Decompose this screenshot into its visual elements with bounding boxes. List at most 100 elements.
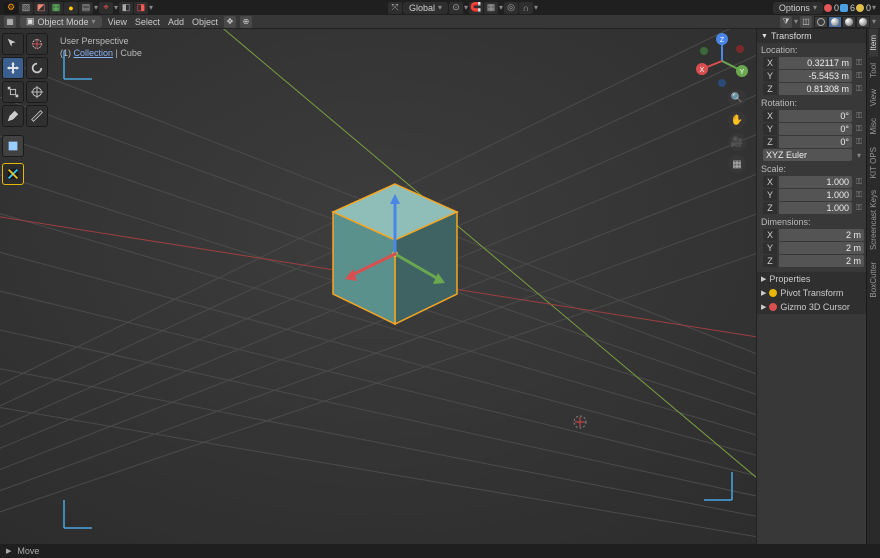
pivot-icon[interactable]: ⊙ bbox=[449, 2, 463, 14]
menu-add[interactable]: Add bbox=[166, 17, 186, 27]
location-label: Location: bbox=[757, 43, 866, 57]
location-z[interactable]: 0.81308 m bbox=[779, 83, 852, 95]
properties-subpanel[interactable]: ▶Properties bbox=[757, 272, 866, 286]
lock-icon[interactable]: ⚿ bbox=[854, 58, 864, 68]
pivot-subpanel[interactable]: ▶Pivot Transform bbox=[757, 286, 866, 300]
zoom-icon[interactable]: 🔍 bbox=[728, 89, 746, 107]
status-bar: ▶ Move bbox=[0, 544, 880, 558]
tab-view[interactable]: View bbox=[869, 83, 878, 112]
shading-mode[interactable] bbox=[814, 16, 870, 28]
show-gizmo-icon[interactable]: ✥ bbox=[224, 16, 236, 28]
transform-panel-header[interactable]: ▼Transform bbox=[757, 29, 866, 43]
bool-icon-b[interactable]: ◨ bbox=[134, 2, 148, 14]
camera-icon[interactable]: 🎥 bbox=[728, 133, 746, 151]
nav-buttons: 🔍 ✋ 🎥 ▦ bbox=[728, 89, 746, 173]
pan-icon[interactable]: ✋ bbox=[728, 111, 746, 129]
tab-boxcutter[interactable]: BoxCutter bbox=[869, 256, 878, 304]
tool-measure[interactable] bbox=[26, 105, 48, 127]
tool-cursor[interactable] bbox=[26, 33, 48, 55]
show-overlays-icon[interactable]: ⊕ bbox=[240, 16, 252, 28]
xray-icon[interactable]: ◫ bbox=[800, 16, 812, 28]
snap-toggle[interactable]: 🧲 bbox=[469, 2, 483, 14]
lock-icon[interactable]: ⚿ bbox=[854, 190, 864, 200]
dimensions-x[interactable]: 2 m bbox=[779, 229, 864, 241]
tool-scale[interactable] bbox=[2, 81, 24, 103]
shading-solid-icon[interactable] bbox=[828, 16, 842, 28]
proportional-toggle[interactable]: ◎ bbox=[504, 2, 518, 14]
tab-kitops[interactable]: KIT OPS bbox=[869, 141, 878, 184]
scale-y[interactable]: 1.000 bbox=[779, 189, 852, 201]
tool-icon-c[interactable]: ● bbox=[64, 2, 78, 14]
rotation-x[interactable]: 0° bbox=[779, 110, 852, 122]
3d-viewport[interactable]: User Perspective (1) Collection | Cube Z… bbox=[0, 29, 756, 544]
mode-select[interactable]: ▣Object Mode▾ bbox=[20, 16, 102, 28]
logo-icon[interactable]: ⚙ bbox=[4, 2, 18, 14]
top-toolbar: ⚙ ▧ ◩ ▦ ● ▤ ▾ ⌖ ▾ ◧ ◨ ▾ ⤧ Global▾ ⊙▾ 🧲 ▦… bbox=[0, 0, 880, 15]
tool-annotate[interactable] bbox=[2, 105, 24, 127]
shading-wireframe-icon[interactable] bbox=[814, 16, 828, 28]
dimensions-y[interactable]: 2 m bbox=[779, 242, 864, 254]
last-op-expand-icon[interactable]: ▶ bbox=[6, 547, 11, 555]
file-save-icon[interactable]: ▧ bbox=[19, 2, 33, 14]
lock-icon[interactable]: ⚿ bbox=[854, 111, 864, 121]
lock-icon[interactable]: ⚿ bbox=[854, 137, 864, 147]
lock-icon[interactable]: ⚿ bbox=[854, 203, 864, 213]
n-panel-tabs: Item Tool View Misc KIT OPS Screencast K… bbox=[866, 29, 880, 544]
options-dropdown[interactable]: Options▾ bbox=[773, 2, 823, 14]
svg-text:X: X bbox=[700, 67, 705, 74]
cursor-icon[interactable]: ⌖ bbox=[99, 2, 113, 14]
main-area: User Perspective (1) Collection | Cube Z… bbox=[0, 29, 880, 544]
menu-select[interactable]: Select bbox=[133, 17, 162, 27]
snap-type[interactable]: ▦ bbox=[484, 2, 498, 14]
breadcrumb-collection[interactable]: Collection bbox=[74, 48, 114, 58]
menu-object[interactable]: Object bbox=[190, 17, 220, 27]
stat-yellow: 0 bbox=[856, 3, 871, 13]
tab-screencast[interactable]: Screencast Keys bbox=[869, 184, 878, 256]
lock-icon[interactable]: ⚿ bbox=[854, 177, 864, 187]
perspective-icon[interactable]: ▦ bbox=[728, 155, 746, 173]
editor-type-icon[interactable]: ▦ bbox=[4, 16, 16, 28]
tool-move[interactable] bbox=[2, 57, 24, 79]
proportional-falloff[interactable]: ∩ bbox=[519, 2, 533, 14]
lock-icon[interactable]: ⚿ bbox=[854, 71, 864, 81]
cursor-subpanel[interactable]: ▶Gizmo 3D Cursor bbox=[757, 300, 866, 314]
stat-blue: 6 bbox=[840, 3, 855, 13]
tool-transform[interactable] bbox=[26, 81, 48, 103]
bool-icon-a[interactable]: ◧ bbox=[119, 2, 133, 14]
scale-x[interactable]: 1.000 bbox=[779, 176, 852, 188]
nav-gizmo[interactable]: Z Y X bbox=[694, 33, 750, 89]
rotation-label: Rotation: bbox=[757, 96, 866, 110]
shading-matpreview-icon[interactable] bbox=[842, 16, 856, 28]
tab-tool[interactable]: Tool bbox=[869, 57, 878, 84]
location-x[interactable]: 0.32117 m bbox=[779, 57, 852, 69]
rotation-z[interactable]: 0° bbox=[779, 136, 852, 148]
scale-z[interactable]: 1.000 bbox=[779, 202, 852, 214]
orientation-select[interactable]: Global▾ bbox=[403, 2, 448, 14]
tool-addon-a[interactable] bbox=[2, 135, 24, 157]
view-name-label: User Perspective bbox=[60, 35, 142, 47]
rotation-y[interactable]: 0° bbox=[779, 123, 852, 135]
right-column: ▼Transform Location: X0.32117 m⚿ Y-5.545… bbox=[756, 29, 880, 544]
tool-select-box[interactable] bbox=[2, 33, 24, 55]
tab-misc[interactable]: Misc bbox=[869, 112, 878, 140]
tool-icon-b[interactable]: ▦ bbox=[49, 2, 63, 14]
tool-icon-a[interactable]: ◩ bbox=[34, 2, 48, 14]
viewport-header: ▦ ▣Object Mode▾ View Select Add Object ✥… bbox=[0, 15, 880, 29]
last-operator-label[interactable]: Move bbox=[17, 546, 39, 556]
dimensions-z[interactable]: 2 m bbox=[779, 255, 864, 267]
tool-icon-d[interactable]: ▤ bbox=[79, 2, 93, 14]
shading-rendered-icon[interactable] bbox=[856, 16, 870, 28]
tool-shelf bbox=[2, 33, 48, 185]
tool-addon-b[interactable] bbox=[2, 163, 24, 185]
tab-item[interactable]: Item bbox=[869, 29, 878, 57]
tool-rotate[interactable] bbox=[26, 57, 48, 79]
lock-icon[interactable]: ⚿ bbox=[854, 84, 864, 94]
filter-icon[interactable]: ⧩ bbox=[780, 16, 792, 28]
lock-icon[interactable]: ⚿ bbox=[854, 124, 864, 134]
breadcrumb-object: Cube bbox=[120, 48, 142, 58]
location-y[interactable]: -5.5453 m bbox=[779, 70, 852, 82]
stat-red: 0 bbox=[824, 3, 839, 13]
rotation-mode[interactable]: XYZ Euler bbox=[763, 149, 852, 161]
orientation-icon[interactable]: ⤧ bbox=[388, 2, 402, 14]
menu-view[interactable]: View bbox=[106, 17, 129, 27]
